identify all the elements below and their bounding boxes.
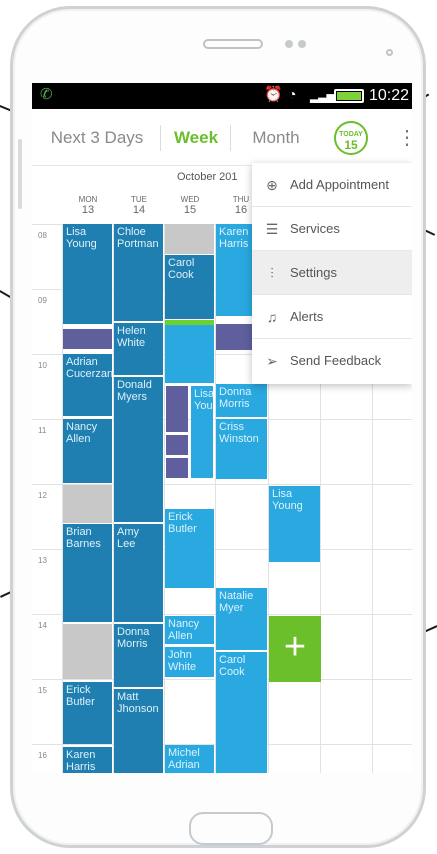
event-lisa-young-mon[interactable]: Lisa Young [63,224,112,324]
event-gray-slot [63,485,112,523]
event-natalie[interactable]: Natalie Myer [216,588,267,650]
event-carol-wed[interactable]: Carol Cook [165,255,214,319]
today-button[interactable]: TODAY 15 [334,121,368,155]
event-nancy-allen-mon[interactable]: Nancy Allen [63,419,112,483]
day-header-tue: TUE 14 [114,195,164,216]
wifi-icon: ◔ [288,86,297,102]
menu-item-send-feedback[interactable]: ➢ Send Feedback [252,339,412,383]
send-icon: ➢ [266,353,278,369]
tab-week[interactable]: Week [166,109,226,166]
overflow-menu: ⊕ Add Appointment ☰ Services ⫶ Settings … [252,163,412,384]
event-matt[interactable]: Matt Jhonson [114,689,163,773]
month-label: October 201 [177,171,238,183]
event-purple-small[interactable] [166,386,188,432]
event-karen-mon[interactable]: Karen Harris [63,747,112,773]
today-day: 15 [344,138,358,152]
app-screen: ✆ ⏰ ◔ ▂▃▅ 10:22 Next 3 Days Week Month T… [32,83,412,773]
hour-label: 10 [38,361,47,370]
tab-divider [230,125,231,151]
alarm-icon: ⏰ [264,86,283,103]
day-dow: TUE [131,195,147,204]
proximity-sensor [386,49,393,56]
event-erick-mon[interactable]: Erick Butler [63,682,112,744]
event-purple-small[interactable] [166,458,188,478]
event-nancy-wed[interactable]: Nancy Allen [165,616,214,644]
menu-item-label: Send Feedback [290,353,382,368]
front-camera [285,40,293,48]
event-amy[interactable]: Amy Lee [114,524,163,622]
event-gray-slot [165,224,214,254]
menu-item-label: Alerts [290,309,324,324]
plus-circle-icon: ⊕ [266,177,278,193]
status-time: 10:22 [369,87,410,104]
hour-label: 08 [38,231,47,240]
current-time-indicator [165,320,214,325]
side-key [18,139,22,209]
event-michel[interactable]: Michel Adrian [165,745,214,773]
hour-label: 13 [38,556,47,565]
tab-divider [160,125,161,151]
event-purple-small[interactable] [166,435,188,455]
event-blocked-slot[interactable] [63,329,112,349]
phone-icon: ✆ [40,86,53,103]
day-dow: THU [232,195,250,204]
event-erick-wed[interactable]: Erick Butler [165,509,214,588]
event-helen[interactable]: Helen White [114,323,163,375]
sliders-icon: ⫶ [270,265,274,281]
hour-label: 12 [38,491,47,500]
day-num: 13 [81,204,95,216]
menu-item-add-appointment[interactable]: ⊕ Add Appointment [252,163,412,207]
event-adrian[interactable]: Adrian Cucerzan [63,354,112,416]
day-num: 14 [132,204,146,216]
event-john[interactable]: John White [165,647,214,677]
menu-item-label: Services [290,221,340,236]
view-tabs: Next 3 Days Week Month TODAY 15 ⋮ [32,109,412,166]
battery-icon [334,89,364,103]
day-num: 15 [183,204,197,216]
hour-label: 16 [38,751,47,760]
event-donna-tue[interactable]: Donna Morris [114,624,163,687]
event-wed-block[interactable] [165,325,214,383]
event-lisa-young-fri[interactable]: Lisa Young [269,486,320,562]
bell-icon: ♫ [266,309,278,325]
list-icon: ☰ [265,221,279,237]
event-criss[interactable]: Criss Winston [216,419,267,479]
signal-icon: ▂▃▅ [310,89,336,103]
menu-item-alerts[interactable]: ♫ Alerts [252,295,412,339]
menu-item-label: Settings [290,265,337,280]
menu-item-services[interactable]: ☰ Services [252,207,412,251]
event-gray-slot [63,624,112,679]
menu-item-label: Add Appointment [290,177,390,192]
hour-label: 11 [38,426,47,435]
hour-label: 14 [38,621,47,630]
tab-next-3-days[interactable]: Next 3 Days [38,109,156,166]
overflow-menu-icon[interactable]: ⋮ [397,126,412,150]
hour-label: 09 [38,296,47,305]
day-header-wed: WED 15 [165,195,215,216]
front-camera-2 [298,40,306,48]
mockup-stage: ✆ ⏰ ◔ ▂▃▅ 10:22 Next 3 Days Week Month T… [0,0,437,854]
status-bar: ✆ ⏰ ◔ ▂▃▅ 10:22 [32,83,412,109]
day-dow: MON [78,195,98,204]
tab-month[interactable]: Month [236,109,316,166]
speaker-grille [203,39,263,49]
add-appointment-fab[interactable]: + [269,616,321,682]
event-donna-thu[interactable]: Donna Morris [216,384,267,417]
menu-item-settings[interactable]: ⫶ Settings [252,251,412,295]
event-carol-thu[interactable]: Carol Cook [216,652,267,773]
plus-icon: + [283,626,307,668]
event-donald[interactable]: Donald Myers [114,377,163,522]
event-brian[interactable]: Brian Barnes [63,524,112,622]
home-button[interactable] [189,812,273,845]
hour-label: 15 [38,686,47,695]
day-dow: WED [180,195,200,204]
today-label: TODAY [339,131,363,138]
day-header-mon: MON 13 [63,195,113,216]
event-lisa-young-wed[interactable]: Lisa Young [191,386,213,478]
event-chloe[interactable]: Chloe Portman [114,224,163,321]
